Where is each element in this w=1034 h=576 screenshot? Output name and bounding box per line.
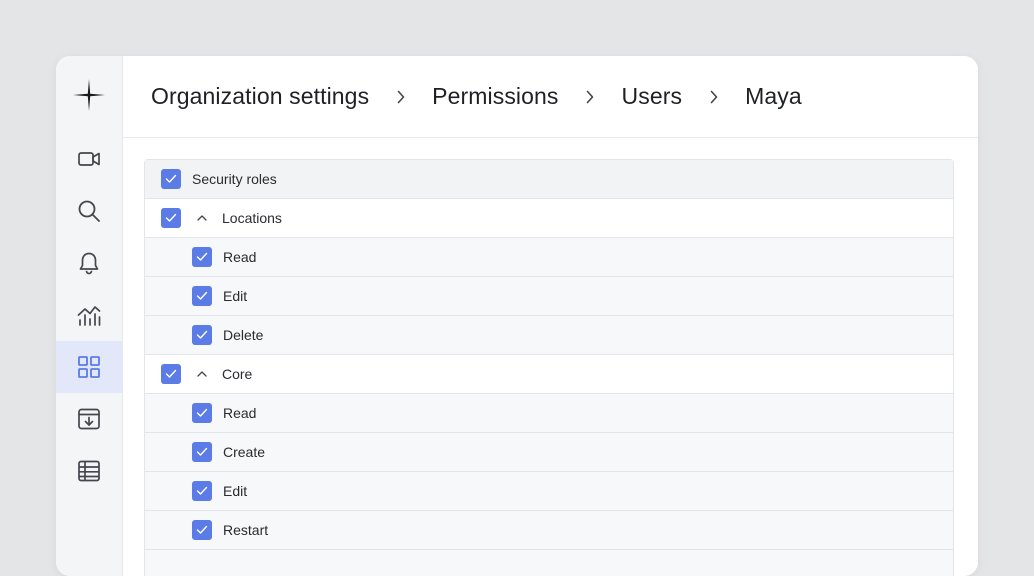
check-icon [165, 213, 177, 222]
app-window: Organization settings Permissions Users … [56, 56, 978, 576]
chevron-right-icon [559, 87, 622, 107]
permission-label: Edit [223, 483, 248, 499]
check-icon [196, 486, 208, 495]
search-icon [78, 200, 100, 222]
permission-group-row: Locations [145, 199, 953, 238]
permission-row: Read [145, 238, 953, 277]
permission-checkbox[interactable] [192, 247, 212, 267]
chevron-right-icon [369, 87, 432, 107]
check-icon [165, 174, 177, 183]
breadcrumb: Organization settings Permissions Users … [123, 56, 978, 138]
bell-icon [79, 252, 99, 275]
permission-label: Read [223, 405, 257, 421]
permission-row-partial [145, 550, 953, 576]
check-icon [196, 291, 208, 300]
breadcrumb-current-user: Maya [745, 83, 802, 109]
sidebar-item-notifications[interactable] [56, 237, 122, 289]
analytics-icon [77, 306, 101, 326]
table-header-row: Security roles [145, 160, 953, 199]
grid-icon [78, 356, 100, 378]
breadcrumb-organization-settings[interactable]: Organization settings [151, 83, 369, 110]
sidebar-item-archive[interactable] [56, 393, 122, 445]
check-icon [196, 408, 208, 417]
group-checkbox-locations[interactable] [161, 208, 181, 228]
chevron-up-icon[interactable] [194, 366, 210, 382]
permission-row: Edit [145, 277, 953, 316]
logo-icon [71, 77, 107, 113]
permission-checkbox[interactable] [192, 442, 212, 462]
permission-checkbox[interactable] [192, 520, 212, 540]
sidebar-item-search[interactable] [56, 185, 122, 237]
permission-checkbox[interactable] [192, 403, 212, 423]
permission-row: Create [145, 433, 953, 472]
check-icon [165, 369, 177, 378]
table-icon [78, 460, 100, 482]
video-icon [78, 152, 100, 166]
sidebar-item-table[interactable] [56, 445, 122, 497]
chevron-right-icon [682, 87, 745, 107]
permission-row: Delete [145, 316, 953, 355]
permission-label: Delete [223, 327, 264, 343]
permission-label: Edit [223, 288, 248, 304]
permission-group-row: Core [145, 355, 953, 394]
check-icon [196, 525, 208, 534]
chevron-up-icon[interactable] [194, 210, 210, 226]
permission-label: Restart [223, 522, 269, 538]
permission-checkbox[interactable] [192, 481, 212, 501]
group-checkbox-core[interactable] [161, 364, 181, 384]
sidebar-item-analytics[interactable] [56, 289, 122, 341]
permission-row: Read [145, 394, 953, 433]
sidebar-item-dashboard[interactable] [56, 341, 122, 393]
check-icon [196, 330, 208, 339]
security-roles-label: Security roles [192, 171, 277, 187]
group-label-locations: Locations [222, 210, 282, 226]
main-content: Organization settings Permissions Users … [123, 56, 978, 576]
check-icon [196, 447, 208, 456]
sidebar-item-video[interactable] [56, 133, 122, 185]
permission-label: Create [223, 444, 266, 460]
select-all-checkbox[interactable] [161, 169, 181, 189]
permission-label: Read [223, 249, 257, 265]
breadcrumb-users[interactable]: Users [622, 83, 683, 110]
permission-checkbox[interactable] [192, 286, 212, 306]
permissions-table: Security roles Locations Read Edit Delet… [144, 159, 954, 576]
check-icon [196, 252, 208, 261]
group-label-core: Core [222, 366, 253, 382]
permission-checkbox[interactable] [192, 325, 212, 345]
archive-download-icon [78, 408, 100, 430]
permission-row: Edit [145, 472, 953, 511]
sidebar [56, 56, 123, 576]
permission-row: Restart [145, 511, 953, 550]
breadcrumb-permissions[interactable]: Permissions [432, 83, 558, 110]
